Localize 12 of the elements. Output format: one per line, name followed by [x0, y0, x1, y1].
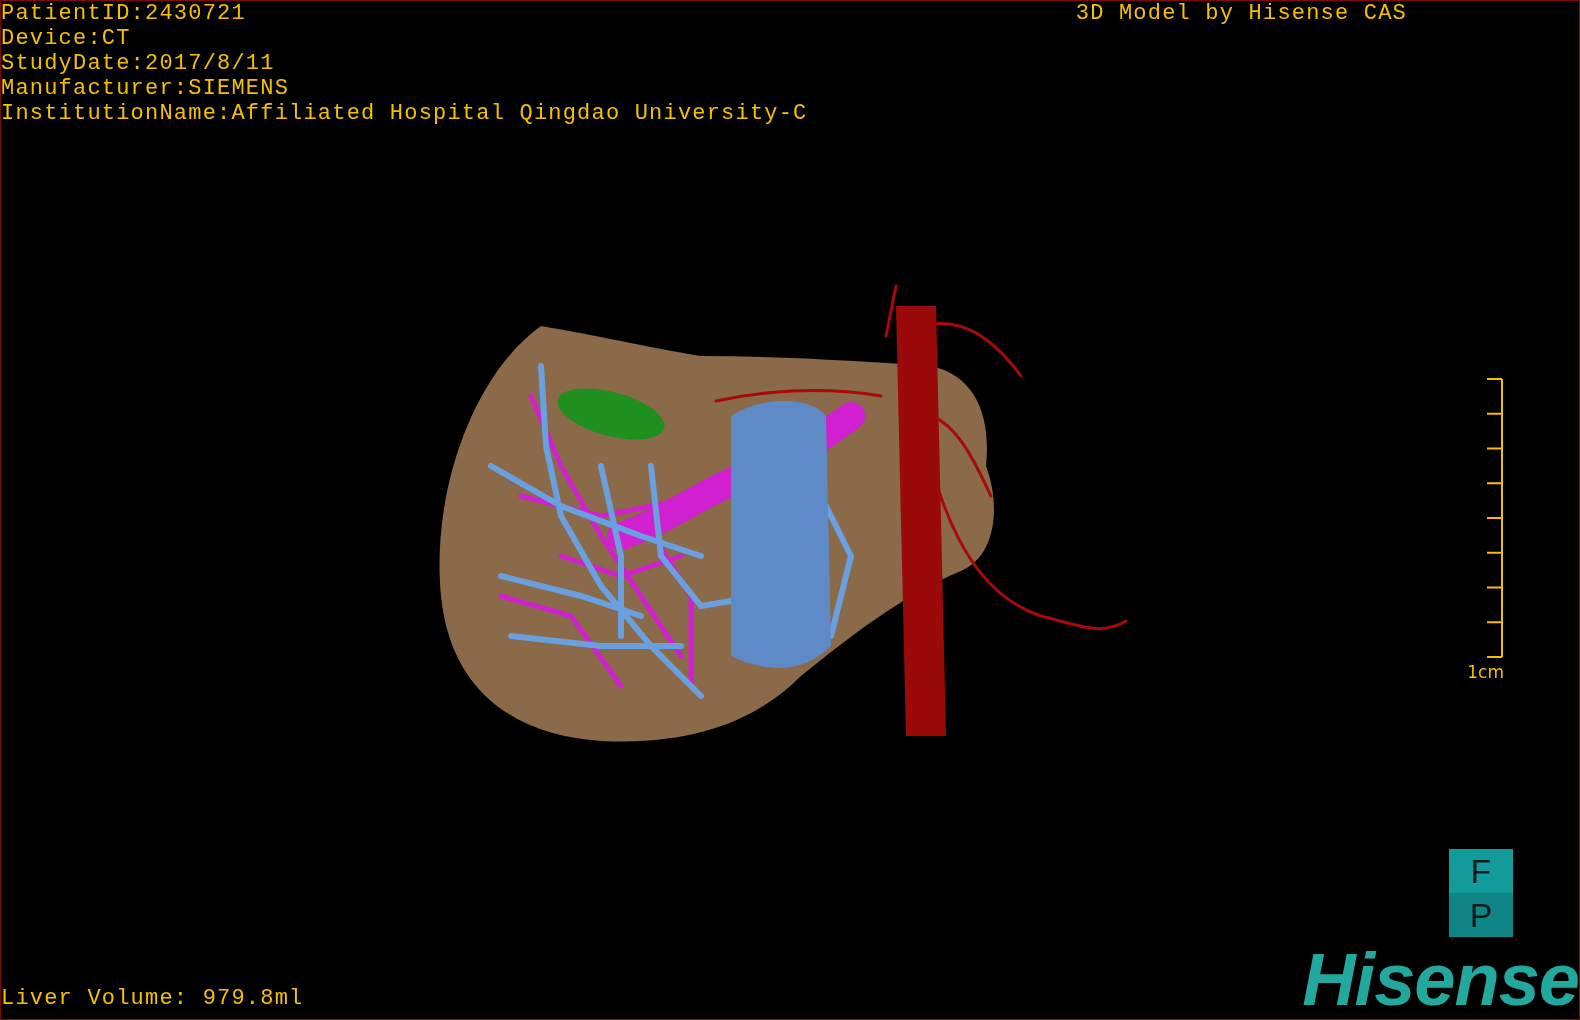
- study-info-text: PatientID:2430721: [1, 1, 247, 26]
- scale-label: 1cm: [1467, 662, 1504, 682]
- study-info-text: Device:CT: [1, 26, 132, 51]
- study-info-text: StudyDate:2017/8/11: [1, 51, 276, 76]
- study-info-text: InstitutionName:Affiliated Hospital Qingdao University-C: [1, 101, 808, 126]
- scale-bar-icon: [1486, 378, 1504, 658]
- posterior-face-label: P: [1449, 893, 1513, 937]
- model-title: 3D Model by Hisense CAS: [1075, 1, 1407, 28]
- front-face-label: F: [1449, 849, 1513, 893]
- brand-logo: Hisense: [1302, 945, 1579, 1015]
- study-info-text: Manufacturer:SIEMENS: [1, 76, 291, 101]
- liver-volume-text: Liver Volume: 979.8ml: [1, 986, 304, 1013]
